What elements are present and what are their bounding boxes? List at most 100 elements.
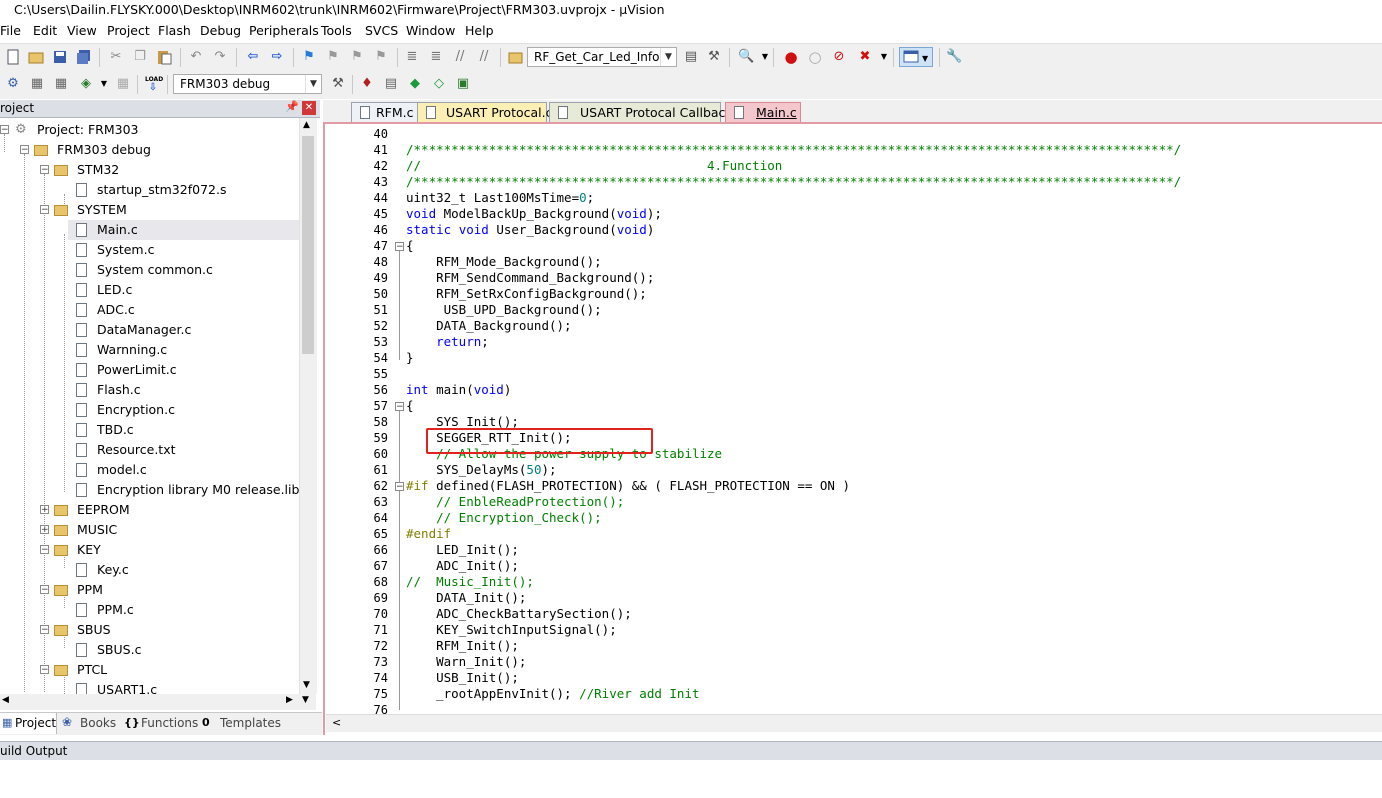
scroll-left-icon[interactable]: < xyxy=(332,716,341,729)
tree-item-folder-ppm[interactable]: − PPM xyxy=(0,580,300,600)
tree-item-file[interactable]: PPM.c xyxy=(0,600,300,620)
menu-peripherals[interactable]: Peripherals xyxy=(249,23,319,38)
target-select[interactable]: FRM303 debug ▼ xyxy=(173,74,322,94)
tab-usart-protocal-c[interactable]: USART Protocal.c xyxy=(417,102,552,122)
scroll-up-icon[interactable]: ▲ xyxy=(303,120,310,130)
menu-edit[interactable]: Edit xyxy=(33,23,57,38)
new-file-icon[interactable] xyxy=(5,49,21,65)
tree-item-file[interactable]: Encryption.c xyxy=(0,400,300,420)
menu-view[interactable]: View xyxy=(67,23,97,38)
chevron-down-icon[interactable]: ▼ xyxy=(660,48,676,66)
editor-horizontal-scrollbar[interactable]: < xyxy=(326,714,1382,732)
breakpoint-icon[interactable]: ● xyxy=(783,49,799,65)
menu-debug[interactable]: Debug xyxy=(200,23,241,38)
pack-installer-icon[interactable]: ▣ xyxy=(455,76,471,92)
tree-item-file[interactable]: model.c xyxy=(0,460,300,480)
cut-icon[interactable]: ✂ xyxy=(108,49,124,65)
translate-icon[interactable]: ⚙ xyxy=(5,76,21,92)
collapse-icon[interactable]: − xyxy=(40,545,49,555)
tree-item-file[interactable]: startup_stm32f072.s xyxy=(0,180,300,200)
tree-item-folder-stm32[interactable]: − STM32 xyxy=(0,160,300,180)
download-icon[interactable]: LOAD ⇩ xyxy=(145,76,163,93)
tree-item-file[interactable]: DataManager.c xyxy=(0,320,300,340)
prev-bookmark-icon[interactable]: ⚑ xyxy=(325,49,341,65)
open-folder-icon[interactable] xyxy=(28,49,44,65)
tree-item-file[interactable]: Resource.txt xyxy=(0,440,300,460)
menu-help[interactable]: Help xyxy=(465,23,494,38)
tree-item-file[interactable]: SBUS.c xyxy=(0,640,300,660)
tree-item-file[interactable]: Key.c xyxy=(0,560,300,580)
manage-rte-icon[interactable]: ◆ xyxy=(407,76,423,92)
project-tree-horizontal-scrollbar[interactable]: ◀ ▶ ▼ xyxy=(0,694,316,710)
clear-bookmarks-icon[interactable]: ⚑ xyxy=(373,49,389,65)
stop-build-icon[interactable]: ▦ xyxy=(115,76,131,92)
collapse-icon[interactable]: − xyxy=(40,165,49,175)
chevron-down-icon[interactable]: ▼ xyxy=(876,49,892,65)
tree-item-file[interactable]: USART1.c xyxy=(0,680,300,694)
navigate-back-icon[interactable]: ⇦ xyxy=(245,49,261,65)
disable-all-breakpoints-icon[interactable]: ⊘ xyxy=(831,49,847,65)
tab-books[interactable]: ❀ Books xyxy=(58,713,118,734)
save-all-icon[interactable] xyxy=(76,49,92,65)
tree-item-file[interactable]: Warnning.c xyxy=(0,340,300,360)
configure-icon[interactable]: 🔧 xyxy=(946,49,962,65)
fold-collapse-icon[interactable]: − xyxy=(395,242,404,252)
redo-icon[interactable]: ↷ xyxy=(212,49,228,65)
scrollbar-thumb[interactable] xyxy=(302,136,314,354)
unindent-icon[interactable]: ≣ xyxy=(428,49,444,65)
paste-icon[interactable] xyxy=(156,49,172,65)
fold-collapse-icon[interactable]: − xyxy=(395,402,404,412)
scroll-down-icon[interactable]: ▼ xyxy=(303,680,310,690)
collapse-icon[interactable]: − xyxy=(40,205,49,215)
next-bookmark-icon[interactable]: ⚑ xyxy=(349,49,365,65)
scroll-left-icon[interactable]: ◀ xyxy=(2,695,9,705)
menu-svcs[interactable]: SVCS xyxy=(365,23,398,38)
scroll-right-icon[interactable]: ▶ xyxy=(286,695,293,705)
batch-build-icon[interactable]: ◈ xyxy=(78,76,94,92)
tree-item-folder-sbus[interactable]: − SBUS xyxy=(0,620,300,640)
tree-item-folder-music[interactable]: + MUSIC xyxy=(0,520,300,540)
tree-item-file[interactable]: TBD.c xyxy=(0,420,300,440)
tree-item-folder-eeprom[interactable]: + EEPROM xyxy=(0,500,300,520)
pin-icon[interactable]: 📌 xyxy=(285,100,299,113)
comment-icon[interactable]: // xyxy=(452,49,468,65)
tree-item-file[interactable]: ADC.c xyxy=(0,300,300,320)
find-in-files-icon[interactable] xyxy=(508,49,524,65)
window-layout-icon[interactable]: ▼ xyxy=(899,47,933,67)
collapse-icon[interactable]: − xyxy=(40,625,49,635)
menu-project[interactable]: Project xyxy=(107,23,150,38)
collapse-icon[interactable]: − xyxy=(0,125,9,135)
find-icon[interactable]: ▤ xyxy=(683,49,699,65)
chevron-down-icon[interactable]: ▼ xyxy=(305,75,321,93)
copy-icon[interactable]: ❐ xyxy=(132,49,148,65)
navigate-forward-icon[interactable]: ⇨ xyxy=(269,49,285,65)
save-icon[interactable] xyxy=(52,49,68,65)
tree-item-file[interactable]: System.c xyxy=(0,240,300,260)
chevron-down-icon[interactable]: ▼ xyxy=(96,76,112,92)
expand-icon[interactable]: + xyxy=(40,525,49,535)
tree-item-project-root[interactable]: − ⚙ Project: FRM303 xyxy=(0,120,300,140)
fold-collapse-icon[interactable]: − xyxy=(395,482,404,492)
expand-icon[interactable]: + xyxy=(40,505,49,515)
tree-item-file[interactable]: Flash.c xyxy=(0,380,300,400)
tree-item-file[interactable]: Encryption library M0 release.lib xyxy=(0,480,300,500)
collapse-icon[interactable]: − xyxy=(20,145,29,155)
chevron-down-icon[interactable]: ▼ xyxy=(757,49,773,65)
scroll-down-icon[interactable]: ▼ xyxy=(302,695,309,705)
tree-item-file[interactable]: LED.c xyxy=(0,280,300,300)
close-icon[interactable]: ✕ xyxy=(302,101,316,115)
menu-window[interactable]: Window xyxy=(406,23,455,38)
tab-usart-protocal-callback-c[interactable]: USART Protocal Callback.c xyxy=(549,102,744,122)
find-combo[interactable]: RF_Get_Car_Led_Info ▼ xyxy=(527,47,677,67)
collapse-icon[interactable]: − xyxy=(40,665,49,675)
tab-functions[interactable]: {} Functions xyxy=(120,713,198,734)
tree-item-folder-system[interactable]: − SYSTEM xyxy=(0,200,300,220)
tree-item-file[interactable]: System common.c xyxy=(0,260,300,280)
bookmark-icon[interactable]: ⚑ xyxy=(301,49,317,65)
indent-icon[interactable]: ≣ xyxy=(404,49,420,65)
tree-item-folder-ptcl[interactable]: − PTCL xyxy=(0,660,300,680)
menu-flash[interactable]: Flash xyxy=(158,23,191,38)
disable-breakpoint-icon[interactable]: ○ xyxy=(807,49,823,65)
rebuild-icon[interactable]: ▦ xyxy=(53,76,69,92)
tree-item-file-selected[interactable]: Main.c xyxy=(68,220,300,240)
